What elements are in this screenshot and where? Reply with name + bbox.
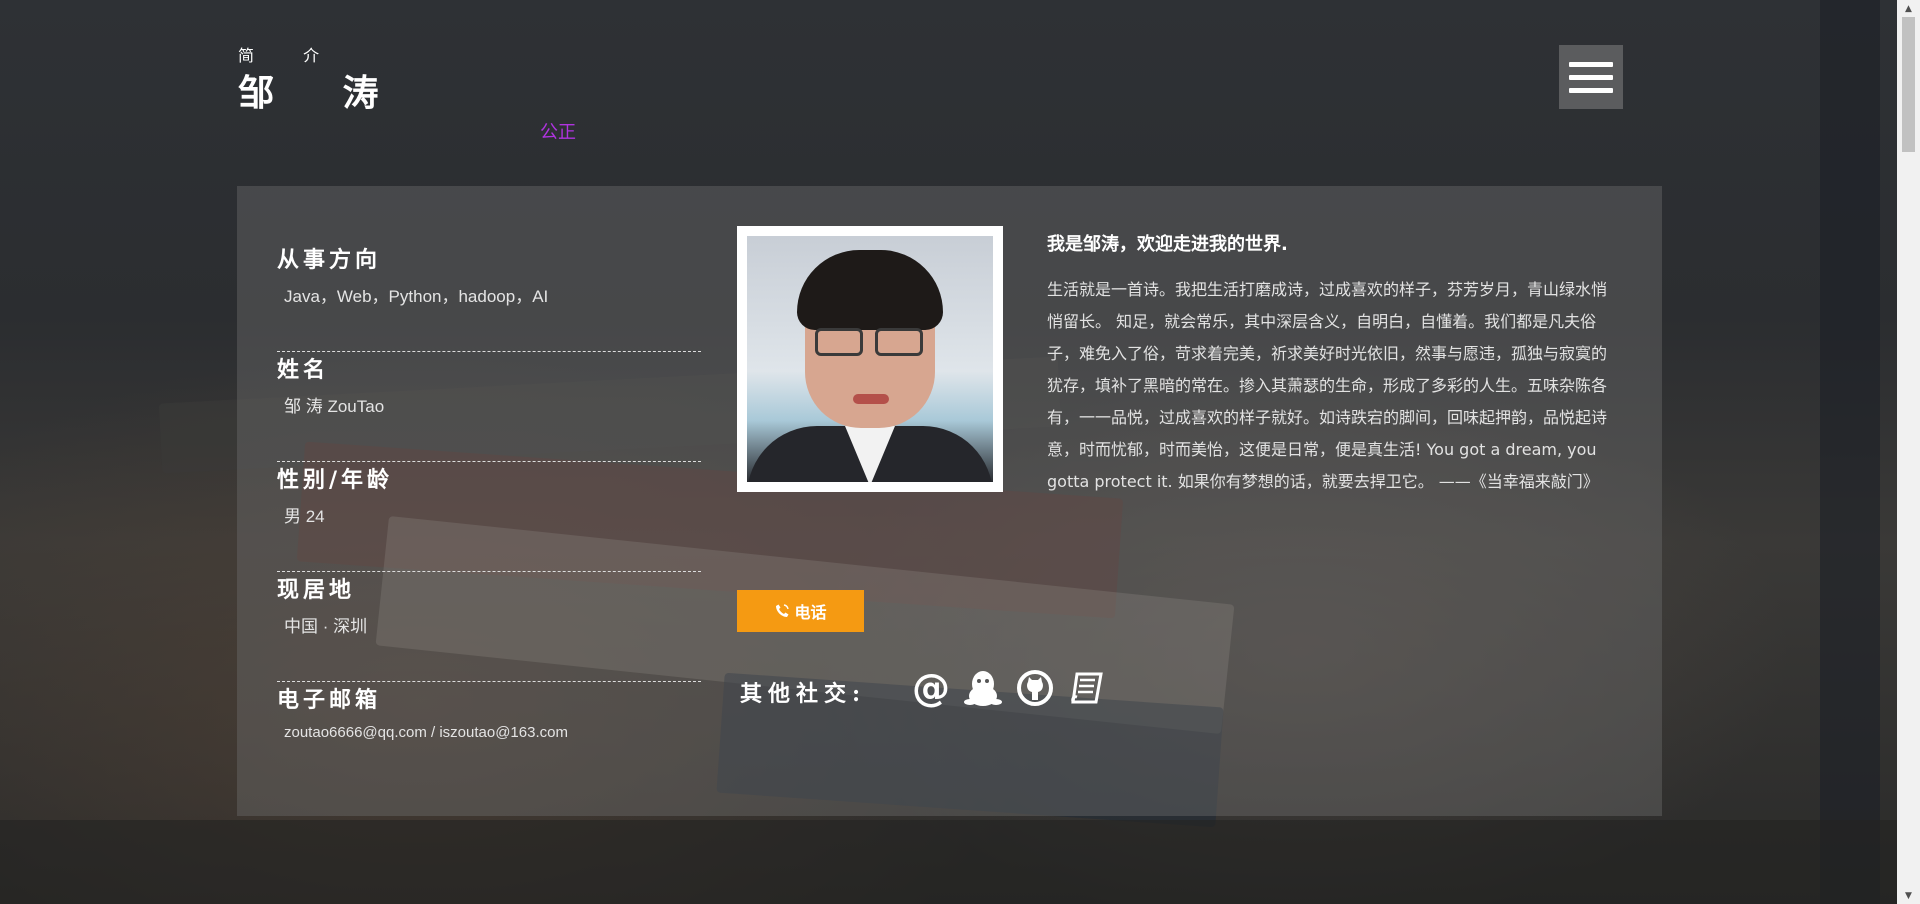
motto-text: 公正 xyxy=(540,122,576,143)
menu-button[interactable] xyxy=(1559,45,1623,109)
scroll-thumb[interactable] xyxy=(1902,17,1915,152)
profile-panel: 从事方向 Java，Web，Python，hadoop，AI 姓名 邹 涛 Zo… xyxy=(237,186,1662,816)
info-item-direction: 从事方向 Java，Web，Python，hadoop，AI xyxy=(277,242,701,352)
phone-button-label: 电话 xyxy=(794,603,827,622)
info-title: 从事方向 xyxy=(277,247,382,273)
info-item-location: 现居地 中国 · 深圳 xyxy=(277,572,701,682)
social-icons: @ xyxy=(912,668,1106,708)
qq-penguin-icon[interactable] xyxy=(964,668,1002,708)
hamburger-menu-icon-bar xyxy=(1569,61,1613,67)
scroll-up-arrow-icon[interactable]: ▲ xyxy=(1897,0,1920,17)
background-floor xyxy=(0,820,1900,904)
social-label: 其他社交: xyxy=(740,681,867,707)
info-item-email: 电子邮箱 zoutao6666@qq.com / iszoutao@163.co… xyxy=(277,682,701,792)
hamburger-menu-icon-bar xyxy=(1569,87,1613,93)
avatar-glasses-left xyxy=(815,328,863,356)
hamburger-menu-icon-bar xyxy=(1569,74,1613,80)
info-title: 电子邮箱 xyxy=(277,687,382,713)
info-title: 现居地 xyxy=(277,577,356,603)
page-title: 邹 涛 xyxy=(238,72,407,114)
info-value-email[interactable]: zoutao6666@qq.com / iszoutao@163.com xyxy=(284,724,568,741)
info-list: 从事方向 Java，Web，Python，hadoop，AI 姓名 邹 涛 Zo… xyxy=(277,242,701,792)
book-blog-icon[interactable] xyxy=(1068,668,1106,708)
info-item-name: 姓名 邹 涛 ZouTao xyxy=(277,352,701,462)
info-value: Java，Web，Python，hadoop，AI xyxy=(284,287,549,306)
avatar xyxy=(747,236,993,482)
phone-icon xyxy=(776,604,790,617)
avatar-glasses-right xyxy=(875,328,923,356)
info-value: 中国 · 深圳 xyxy=(284,617,368,636)
avatar-frame xyxy=(737,226,1003,492)
avatar-mouth xyxy=(853,394,889,404)
page-subtitle: 简 介 xyxy=(238,46,342,65)
background-edge xyxy=(1820,0,1880,904)
info-item-gender-age: 性别/年龄 男 24 xyxy=(277,462,701,572)
info-title: 姓名 xyxy=(277,357,330,383)
scroll-down-arrow-icon[interactable]: ▼ xyxy=(1897,887,1920,904)
intro-text: 生活就是一首诗。我把生活打磨成诗，过成喜欢的样子，芬芳岁月，青山绿水悄悄留长。 … xyxy=(1047,280,1608,491)
info-value: 邹 涛 ZouTao xyxy=(284,397,385,416)
at-email-icon[interactable]: @ xyxy=(912,668,950,708)
scrollbar[interactable]: ▲ ▼ xyxy=(1897,0,1920,904)
info-title: 性别/年龄 xyxy=(277,467,394,493)
intro-title: 我是邹涛，欢迎走进我的世界. xyxy=(1047,234,1288,255)
github-icon[interactable] xyxy=(1016,668,1054,708)
phone-button[interactable]: 电话 xyxy=(737,590,864,632)
avatar-hair xyxy=(797,250,943,330)
info-value: 男 24 xyxy=(284,507,325,526)
